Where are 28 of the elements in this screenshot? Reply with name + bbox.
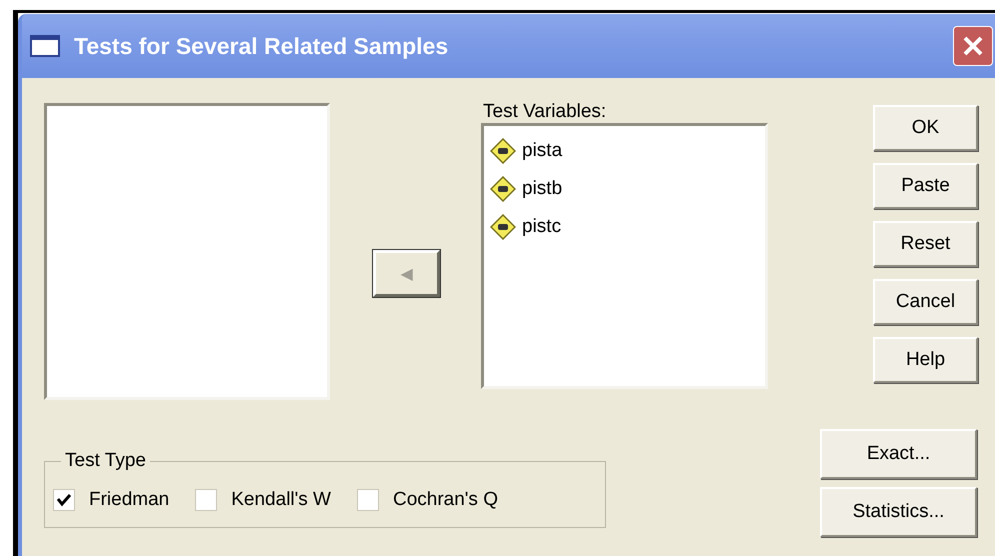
dialog-button[interactable]: Paste (873, 163, 978, 209)
close-button[interactable] (953, 26, 993, 66)
dialog-button[interactable]: Cancel (873, 279, 978, 325)
checkbox-label: Friedman (89, 488, 170, 510)
checkbox[interactable] (53, 488, 75, 510)
window-title: Tests for Several Related Samples (74, 32, 450, 60)
group-legend: Test Type (61, 450, 150, 472)
close-icon (962, 35, 984, 57)
dialog-button[interactable]: OK (873, 105, 978, 151)
test-variables-label: Test Variables: (483, 103, 608, 121)
dialog-button[interactable]: Help (873, 337, 978, 383)
window-icon (30, 35, 60, 57)
test-variable-list[interactable]: pista pistb pistc (481, 123, 768, 389)
variable-name[interactable]: pista (522, 140, 562, 162)
source-variable-list[interactable] (44, 103, 330, 400)
dialog-button[interactable]: Reset (873, 221, 978, 267)
variable-name[interactable]: pistc (522, 216, 562, 238)
checkbox[interactable] (356, 488, 379, 510)
checkbox[interactable] (195, 488, 218, 510)
scale-variable-icon (490, 138, 516, 164)
variable-name[interactable]: pistb (522, 178, 562, 200)
scale-variable-icon (490, 176, 516, 202)
dialog-button[interactable]: Statistics... (820, 487, 977, 537)
scale-variable-icon (490, 214, 516, 240)
checkmark-icon (56, 492, 72, 506)
dialog-button[interactable]: Exact... (820, 429, 977, 479)
checkbox-label: Cochran's Q (392, 488, 498, 510)
checkbox-label: Kendall's W (231, 488, 331, 510)
